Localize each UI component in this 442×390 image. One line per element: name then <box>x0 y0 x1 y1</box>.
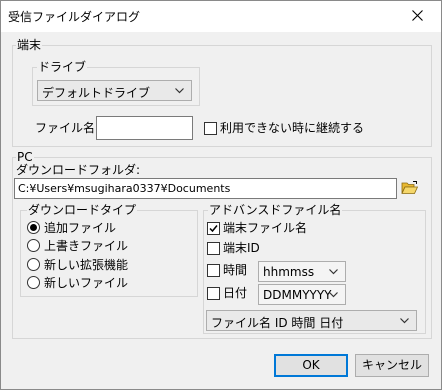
download-type-label: ダウンロードタイプ <box>27 203 138 217</box>
filename-label: ファイル名: <box>35 121 100 135</box>
terminal-filename-checkbox[interactable] <box>207 222 220 235</box>
filename-order-select[interactable]: ファイル名 ID 時間 日付 <box>206 310 417 331</box>
drive-group-label: ドライブ <box>37 60 88 74</box>
chevron-down-icon <box>329 269 338 275</box>
chevron-down-icon <box>175 88 184 94</box>
time-label: 時間 <box>223 263 248 277</box>
terminal-group-label: 端末 <box>16 38 43 52</box>
drive-select-value: デフォルトドライブ <box>42 86 151 100</box>
time-format-value: hhmmss <box>263 265 315 279</box>
checkmark-icon <box>209 225 218 233</box>
filename-field[interactable] <box>96 116 193 140</box>
filename-order-value: ファイル名 ID 時間 日付 <box>211 316 344 330</box>
date-format-select[interactable]: DDMMYYYY <box>258 284 346 305</box>
radio-append-file[interactable] <box>27 221 40 234</box>
browse-folder-button[interactable] <box>401 180 419 196</box>
advanced-filename-label: アドバンスドファイル名 <box>208 203 343 217</box>
ok-button[interactable]: OK <box>274 354 348 377</box>
radio-new-file[interactable] <box>27 276 40 289</box>
open-folder-icon <box>401 181 419 194</box>
radio-selected-dot <box>30 224 37 231</box>
radio-append-file-label: 追加ファイル <box>44 221 117 235</box>
chevron-down-icon <box>329 292 338 298</box>
drive-select[interactable]: デフォルトドライブ <box>37 80 192 101</box>
radio-new-file-label: 新しいファイル <box>44 276 129 290</box>
radio-new-extension[interactable] <box>27 258 40 271</box>
download-folder-field-value: C:¥Users¥msugihara0337¥Documents <box>18 182 231 195</box>
continue-checkbox[interactable] <box>204 122 217 135</box>
download-folder-label: ダウンロードフォルダ: <box>16 163 141 177</box>
close-icon <box>412 10 423 21</box>
radio-new-extension-label: 新しい拡張機能 <box>44 258 129 272</box>
date-label: 日付 <box>223 286 248 300</box>
download-folder-field[interactable]: C:¥Users¥msugihara0337¥Documents <box>14 178 397 199</box>
terminal-id-checkbox[interactable] <box>207 242 220 255</box>
window-title: 受信ファイルダイアログ <box>8 10 141 24</box>
continue-checkbox-label: 利用できない時に継続する <box>220 121 365 135</box>
time-format-select[interactable]: hhmmss <box>258 261 346 282</box>
close-button[interactable] <box>400 2 436 30</box>
date-format-value: DDMMYYYY <box>263 288 332 302</box>
cancel-button[interactable]: キャンセル <box>355 354 429 377</box>
terminal-filename-label: 端末ファイル名 <box>223 221 308 235</box>
radio-overwrite-file[interactable] <box>27 239 40 252</box>
chevron-down-icon <box>400 318 409 324</box>
date-checkbox[interactable] <box>207 287 220 300</box>
radio-overwrite-file-label: 上書きファイル <box>44 239 129 253</box>
pc-group-label: PC <box>16 150 34 164</box>
time-checkbox[interactable] <box>207 264 220 277</box>
terminal-id-label: 端末ID <box>223 241 260 255</box>
